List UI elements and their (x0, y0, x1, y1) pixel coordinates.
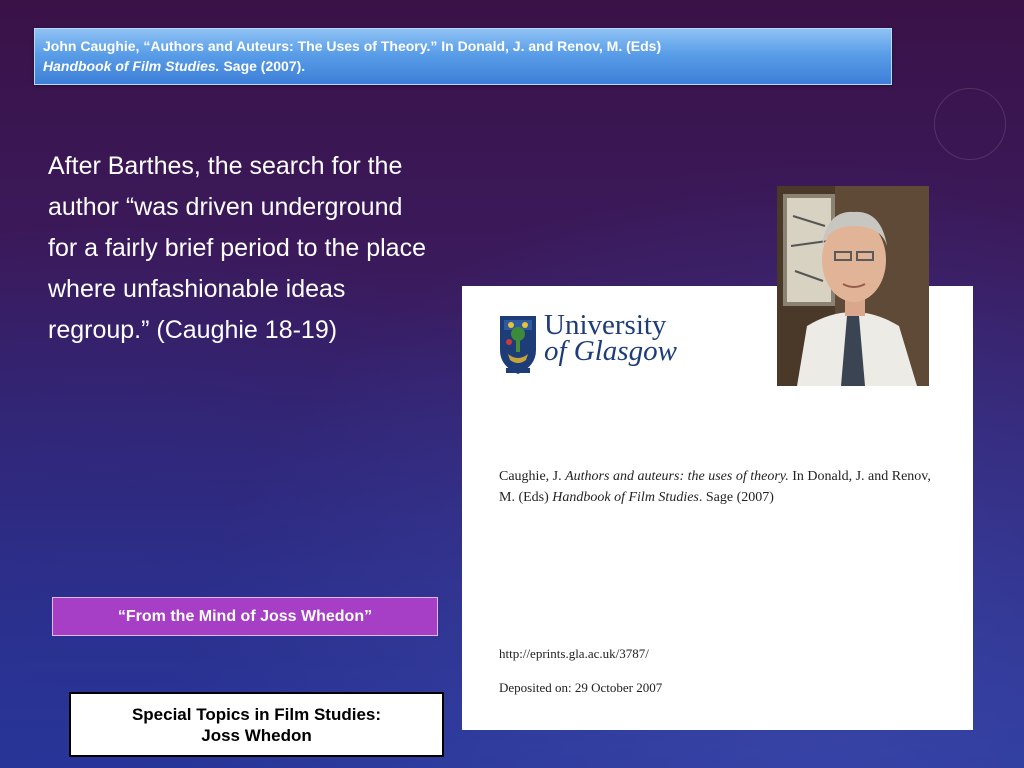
doc-cite-title: Authors and auteurs: the uses of theory. (565, 469, 789, 484)
citation-line-2: Handbook of Film Studies. Sage (2007). (43, 56, 883, 76)
citation-publisher: Sage (2007). (219, 58, 306, 74)
citation-line-1: John Caughie, “Authors and Auteurs: The … (43, 38, 662, 54)
doc-cite-book: Handbook of Film Studies (552, 490, 699, 505)
decorative-ring (934, 88, 1006, 160)
document-url: http://eprints.gla.ac.uk/3787/ (499, 646, 649, 661)
university-crest-icon (500, 316, 536, 374)
university-logo-text: University of Glasgow (544, 311, 677, 367)
citation-header: John Caughie, “Authors and Auteurs: The … (34, 28, 892, 85)
author-portrait (777, 186, 929, 386)
citation-book-title: Handbook of Film Studies. (43, 58, 220, 74)
document-deposited: Deposited on: 29 October 2007 (499, 680, 663, 695)
author-portrait-icon (777, 186, 929, 386)
body-quote: After Barthes, the search for the author… (48, 152, 426, 344)
doc-cite-end: . Sage (2007) (698, 490, 774, 505)
course-footer: Special Topics in Film Studies: Joss Whe… (69, 692, 444, 757)
course-footer-line-2: Joss Whedon (201, 725, 312, 745)
document-citation: Caughie, J. Authors and auteurs: the use… (499, 466, 949, 508)
doc-cite-author: Caughie, J. (499, 469, 566, 484)
source-tag: “From the Mind of Joss Whedon” (52, 597, 438, 636)
logo-line-2: of Glasgow (544, 335, 677, 367)
course-footer-line-1: Special Topics in Film Studies: (131, 704, 382, 724)
